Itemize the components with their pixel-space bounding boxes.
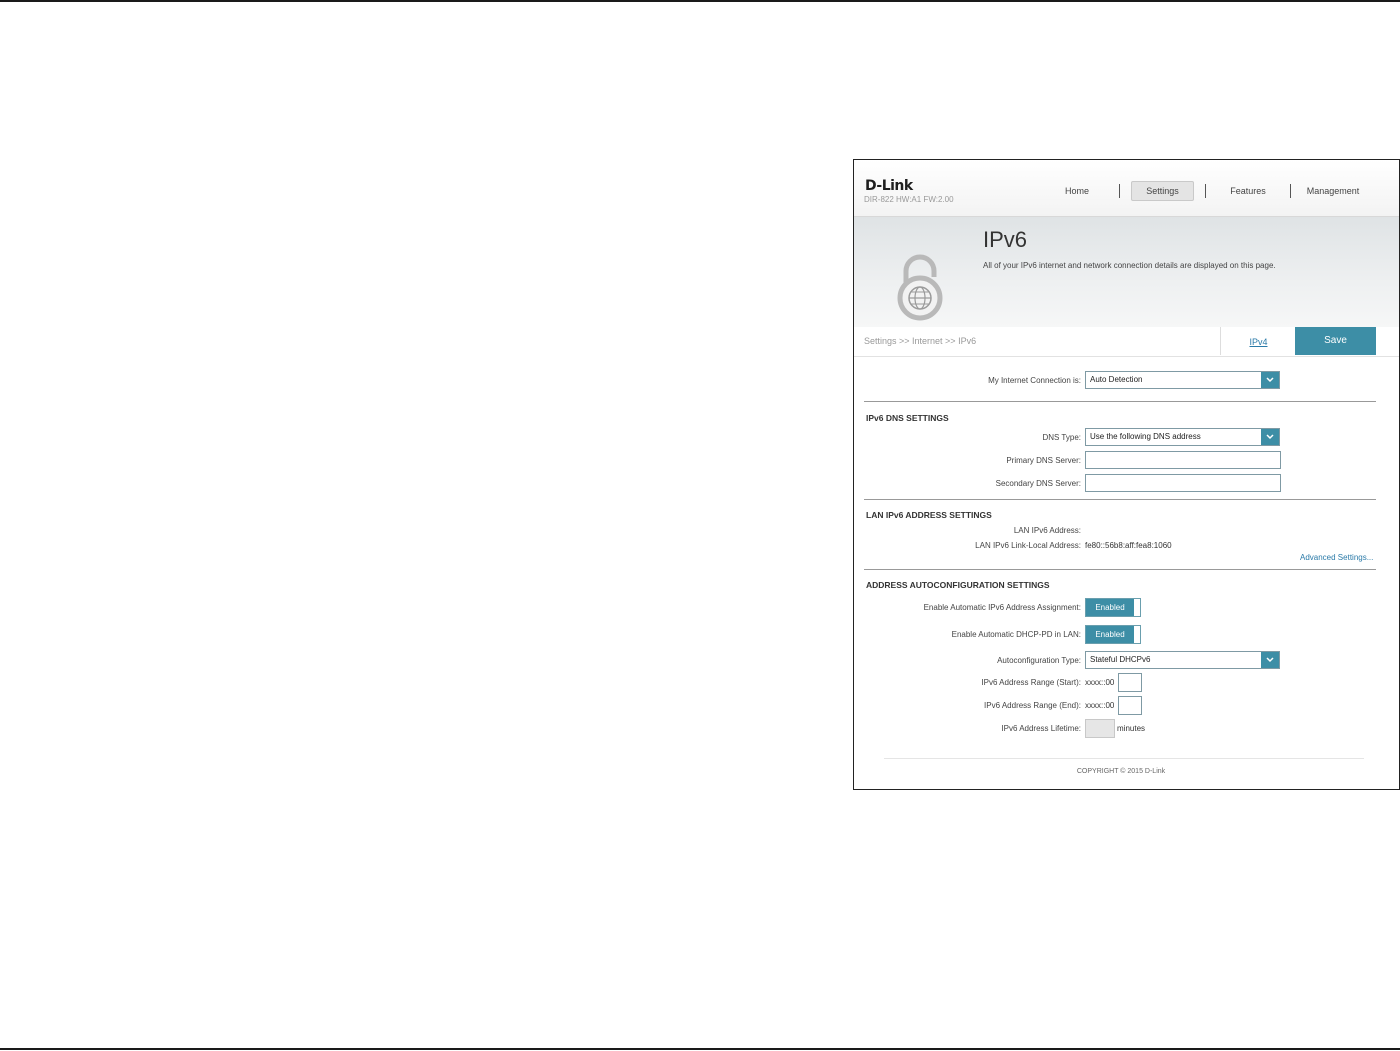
model-info: DIR-822 HW:A1 FW:2.00 [864,195,954,204]
section-divider [864,401,1376,402]
section-divider [864,569,1376,570]
nav-separator [1290,184,1291,198]
dns-type-label: DNS Type: [1042,433,1081,442]
range-start-input[interactable] [1118,673,1142,692]
chevron-down-icon [1261,652,1279,668]
secondary-dns-input[interactable] [1085,474,1281,492]
link-local-value: fe80::56b8:aff:fea8:1060 [1085,541,1172,550]
lifetime-unit: minutes [1117,724,1146,733]
nav-settings[interactable]: Settings [1131,181,1194,201]
nav-management[interactable]: Management [1302,180,1364,202]
lock-globe-icon [897,254,943,321]
range-start-label: IPv6 Address Range (Start): [981,678,1081,687]
breadcrumb: Settings >> Internet >> IPv6 [864,336,977,346]
primary-dns-label: Primary DNS Server: [1006,456,1081,465]
advanced-settings-link[interactable]: Advanced Settings... [1300,553,1373,562]
range-start-prefix: xxxx::00 [1085,678,1115,687]
auto-assign-label: Enable Automatic IPv6 Address Assignment… [923,603,1081,612]
lifetime-label: IPv6 Address Lifetime: [1001,724,1081,733]
page-top-rule [0,0,1400,2]
dlink-logo: D-Link [865,178,913,194]
autoconfig-section-heading: ADDRESS AUTOCONFIGURATION SETTINGS [866,580,1050,590]
top-navigation-bar: D-Link DIR-822 HW:A1 FW:2.00 Home Settin… [854,160,1399,217]
page-description: All of your IPv6 internet and network co… [983,261,1276,270]
nav-separator [1119,184,1120,198]
nav-features[interactable]: Features [1221,180,1275,202]
footer-divider [884,758,1364,759]
autoconfig-type-value: Stateful DHCPv6 [1090,655,1151,664]
page-banner: IPv6 All of your IPv6 internet and netwo… [854,217,1399,327]
toggle-state: Enabled [1086,626,1134,643]
lan-section-heading: LAN IPv6 ADDRESS SETTINGS [866,510,992,520]
save-button[interactable]: Save [1295,327,1376,355]
nav-home[interactable]: Home [1050,180,1104,202]
range-end-label: IPv6 Address Range (End): [984,701,1081,710]
primary-dns-input[interactable] [1085,451,1281,469]
connection-label: My Internet Connection is: [988,376,1081,385]
dhcp-pd-toggle[interactable]: Enabled [1085,625,1141,644]
auto-assign-toggle[interactable]: Enabled [1085,598,1141,617]
range-end-prefix: xxxx::00 [1085,701,1115,710]
dns-type-select[interactable]: Use the following DNS address [1085,428,1280,446]
connection-select-value: Auto Detection [1090,375,1143,384]
dns-section-heading: IPv6 DNS SETTINGS [866,413,949,423]
chevron-down-icon [1261,429,1279,445]
toggle-state: Enabled [1086,599,1134,616]
page-bottom-rule [0,1048,1400,1050]
secondary-dns-label: Secondary DNS Server: [995,479,1081,488]
breadcrumb-bar: Settings >> Internet >> IPv6 IPv4 Save [854,327,1399,357]
lifetime-input[interactable] [1085,719,1115,738]
connection-select[interactable]: Auto Detection [1085,371,1280,389]
autoconfig-type-label: Autoconfiguration Type: [997,656,1081,665]
dhcp-pd-label: Enable Automatic DHCP-PD in LAN: [951,630,1081,639]
autoconfig-type-select[interactable]: Stateful DHCPv6 [1085,651,1280,669]
nav-separator [1205,184,1206,198]
range-end-input[interactable] [1118,696,1142,715]
router-ui-window: D-Link DIR-822 HW:A1 FW:2.00 Home Settin… [853,159,1400,790]
link-local-label: LAN IPv6 Link-Local Address: [975,541,1081,550]
ipv4-link[interactable]: IPv4 [1220,327,1297,355]
section-divider [864,499,1376,500]
lan-address-label: LAN IPv6 Address: [1013,526,1081,535]
page-title: IPv6 [983,227,1028,252]
chevron-down-icon [1261,372,1279,388]
copyright: COPYRIGHT © 2015 D-Link [1076,768,1166,775]
dns-type-select-value: Use the following DNS address [1090,432,1201,441]
